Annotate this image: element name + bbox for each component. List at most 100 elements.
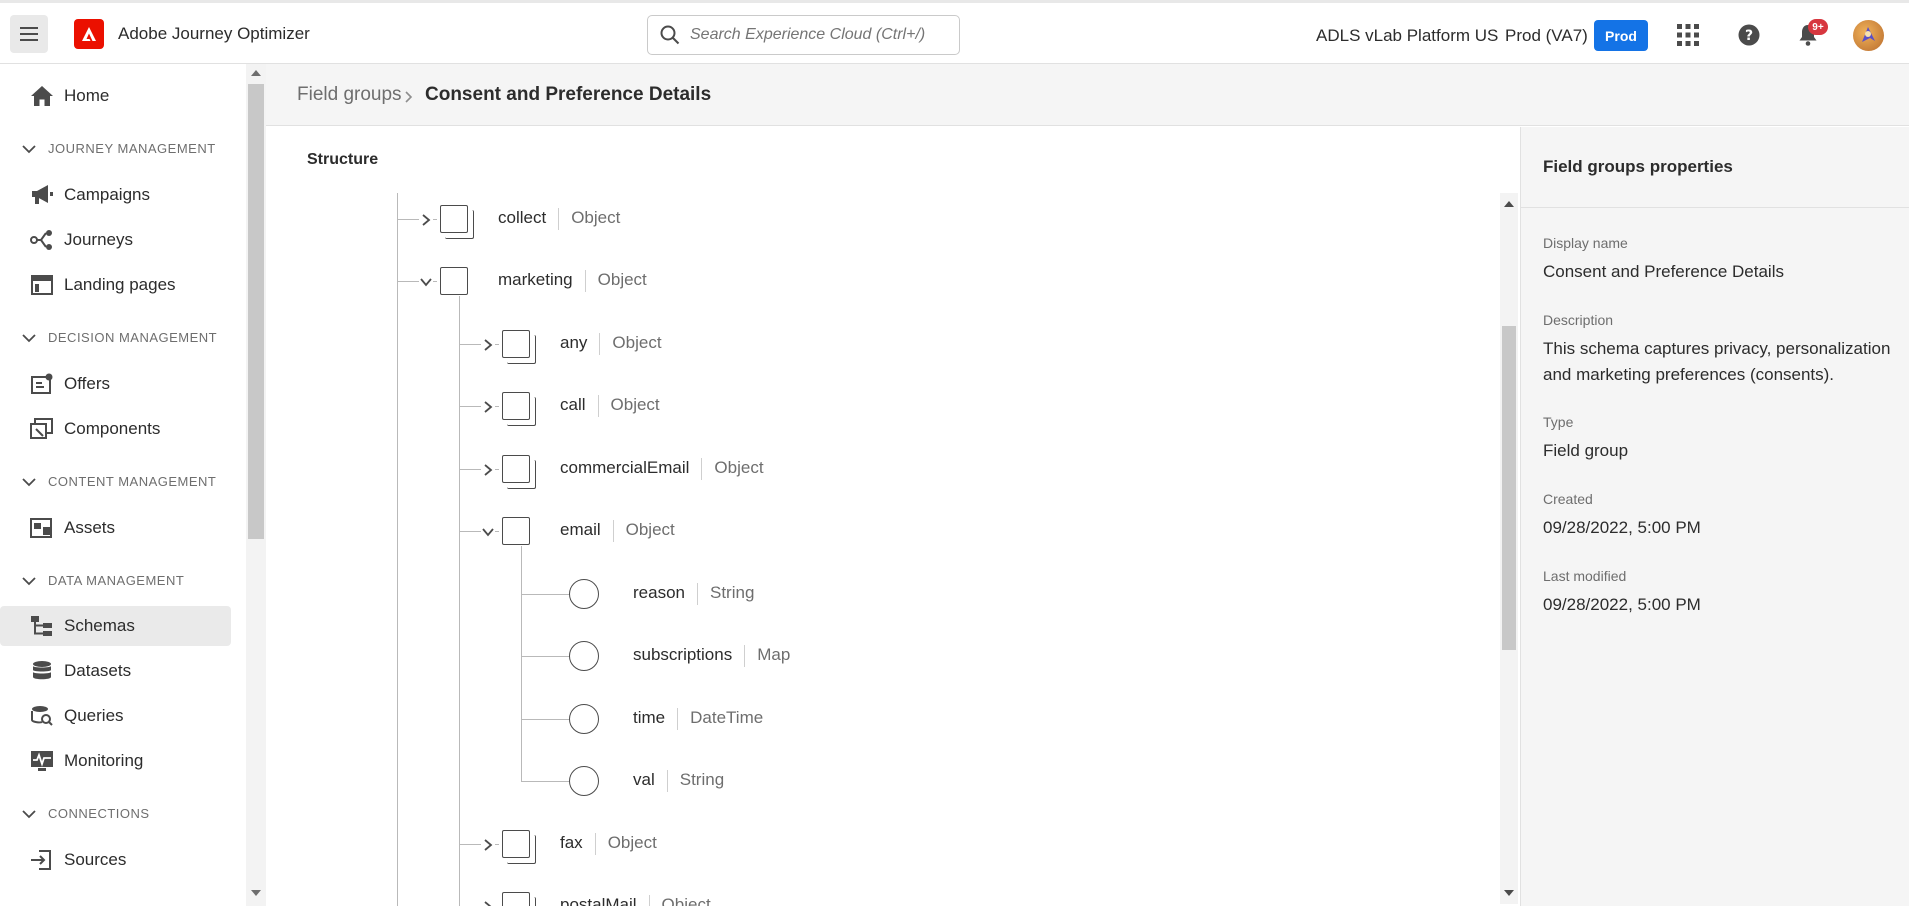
type-value: Field group: [1543, 441, 1629, 460]
user-avatar[interactable]: [1853, 20, 1884, 51]
tree-connector-line: [521, 594, 570, 595]
components-icon: [30, 418, 53, 439]
chevron-right-icon[interactable]: [481, 900, 495, 906]
field-separator: [594, 833, 596, 855]
chevron-down-icon: [22, 477, 36, 486]
assets-icon: [30, 518, 52, 538]
properties-panel: Field groups properties Display name Con…: [1520, 127, 1909, 906]
field-separator: [558, 208, 560, 230]
nav-section-decision-management[interactable]: DECISION MANAGEMENT: [22, 330, 217, 345]
tree-connector-line: [521, 719, 570, 720]
svg-text:?: ?: [1745, 28, 1753, 44]
field-separator: [597, 395, 599, 417]
nav-schemas[interactable]: Schemas: [0, 606, 231, 646]
field-name[interactable]: any: [560, 333, 587, 353]
query-icon: [31, 706, 53, 726]
chevron-right-icon[interactable]: [481, 463, 495, 477]
field-name[interactable]: postalMail: [560, 895, 637, 906]
breadcrumb-field-groups-link[interactable]: Field groups: [297, 84, 402, 106]
field-name[interactable]: marketing: [498, 270, 573, 290]
nav-section-connections[interactable]: CONNECTIONS: [22, 806, 150, 821]
field-leaf-icon[interactable]: [569, 579, 599, 609]
nav-landing-pages[interactable]: Landing pages: [0, 265, 231, 305]
field-separator: [696, 583, 698, 605]
sandbox-switcher[interactable]: Prod (VA7): [1505, 26, 1588, 46]
chevron-down-icon[interactable]: [419, 275, 433, 289]
scroll-down-arrow-icon[interactable]: [251, 890, 261, 896]
nav-scrollbar-thumb[interactable]: [248, 84, 264, 539]
adobe-logo-icon[interactable]: [74, 19, 104, 49]
apps-button[interactable]: [1674, 21, 1702, 49]
database-icon: [33, 661, 51, 680]
field-separator: [701, 458, 703, 480]
scroll-up-arrow-icon[interactable]: [251, 70, 261, 76]
field-name[interactable]: time: [633, 708, 665, 728]
app-title[interactable]: Adobe Journey Optimizer: [118, 24, 310, 44]
field-name[interactable]: fax: [560, 833, 583, 853]
notification-count-badge: 9+: [1808, 19, 1828, 35]
chevron-right-icon[interactable]: [481, 400, 495, 414]
nav-monitoring[interactable]: Monitoring: [0, 741, 231, 781]
field-leaf-icon[interactable]: [569, 704, 599, 734]
field-name[interactable]: email: [560, 520, 601, 540]
chevron-down-icon: [22, 809, 36, 818]
nav-components[interactable]: Components: [0, 409, 231, 449]
field-name[interactable]: val: [633, 770, 655, 790]
tree-scrollbar-thumb[interactable]: [1502, 326, 1516, 650]
field-type: String: [709, 583, 755, 602]
object-field-icon[interactable]: [502, 392, 536, 426]
chevron-down-icon: [22, 144, 36, 153]
created-label: Created: [1543, 491, 1593, 507]
object-field-icon[interactable]: [502, 892, 536, 906]
field-name[interactable]: collect: [498, 208, 546, 228]
field-name[interactable]: commercialEmail: [560, 458, 689, 478]
chevron-right-icon[interactable]: [481, 338, 495, 352]
org-switcher[interactable]: ADLS vLab Platform US: [1316, 26, 1498, 46]
field-type: Object: [607, 833, 657, 852]
chevron-right-icon[interactable]: [481, 838, 495, 852]
field-name[interactable]: subscriptions: [633, 645, 732, 665]
object-field-icon[interactable]: [502, 455, 536, 489]
object-field-icon[interactable]: [440, 205, 474, 239]
nav-section-journey-management[interactable]: JOURNEY MANAGEMENT: [22, 141, 216, 156]
chevron-right-icon[interactable]: [419, 213, 433, 227]
top-bar: Adobe Journey Optimizer ADLS vLab Platfo…: [0, 0, 1909, 64]
field-name[interactable]: reason: [633, 583, 685, 603]
field-leaf-icon[interactable]: [569, 766, 599, 796]
object-field-icon[interactable]: [502, 330, 536, 364]
scroll-up-arrow-icon[interactable]: [1504, 201, 1514, 207]
object-field-icon[interactable]: [502, 830, 536, 864]
field-leaf-icon[interactable]: [569, 641, 599, 671]
left-nav: Home JOURNEY MANAGEMENT Campaigns Journe…: [0, 64, 246, 906]
object-field-icon[interactable]: [440, 267, 468, 295]
type-label: Type: [1543, 414, 1574, 430]
nav-offers[interactable]: Offers: [0, 364, 231, 404]
search-box[interactable]: [647, 15, 960, 55]
search-input[interactable]: [690, 26, 940, 44]
nav-section-content-management[interactable]: CONTENT MANAGEMENT: [22, 474, 216, 489]
help-button[interactable]: ?: [1735, 21, 1763, 49]
nav-queries[interactable]: Queries: [0, 696, 231, 736]
nav-assets[interactable]: Assets: [0, 508, 231, 548]
nav-section-data-management[interactable]: DATA MANAGEMENT: [22, 573, 184, 588]
field-separator: [584, 270, 586, 292]
breadcrumb: Field groups Consent and Preference Deta…: [266, 64, 1909, 126]
object-field-icon[interactable]: [502, 517, 530, 545]
field-separator: [666, 770, 668, 792]
nav-journeys[interactable]: Journeys: [0, 220, 231, 260]
nav-datasets[interactable]: Datasets: [0, 651, 231, 691]
sandbox-badge[interactable]: Prod: [1594, 20, 1648, 51]
scroll-down-arrow-icon[interactable]: [1504, 890, 1514, 896]
display-name-value: Consent and Preference Details: [1543, 262, 1784, 281]
field-type: Object: [571, 208, 621, 227]
menu-toggle-button[interactable]: [10, 15, 48, 53]
nav-campaigns[interactable]: Campaigns: [0, 175, 231, 215]
megaphone-icon: [32, 185, 53, 204]
nav-home[interactable]: Home: [0, 76, 231, 116]
nav-sources[interactable]: Sources: [0, 840, 231, 880]
tree-connector-line: [397, 193, 398, 906]
field-separator: [677, 708, 679, 730]
field-name[interactable]: call: [560, 395, 586, 415]
chevron-down-icon[interactable]: [481, 525, 495, 539]
chevron-right-icon: [405, 91, 413, 103]
